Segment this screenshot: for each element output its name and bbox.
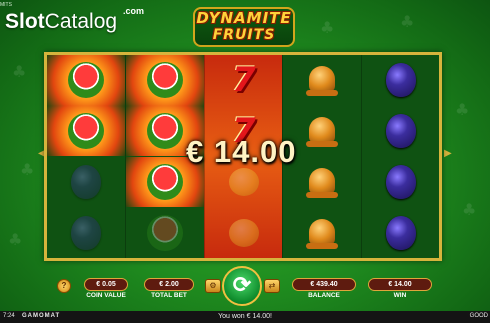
clover-decoration: ♣ xyxy=(20,160,35,179)
watermelon-icon xyxy=(147,214,184,251)
symbol-plum xyxy=(362,157,440,208)
watermark-slot: Slot xyxy=(5,10,45,33)
plum-icon xyxy=(385,114,416,148)
info-icon: ? xyxy=(61,281,67,290)
symbol-plum xyxy=(362,55,440,106)
status-bar: 7:24 GAMOMAT You won € 14.00! GOOD xyxy=(0,311,490,323)
symbol-watermelon xyxy=(126,207,204,258)
plum-icon xyxy=(71,215,101,250)
symbol-lemon xyxy=(205,207,283,258)
symbol-plum xyxy=(362,106,440,157)
gamble-icon: ⇄ xyxy=(268,281,276,290)
win-label: WIN xyxy=(393,292,407,299)
symbol-plum xyxy=(362,207,440,258)
logo-line1: DYNAMITE xyxy=(196,9,292,27)
reel-5 xyxy=(360,55,440,258)
watermark-com: .com xyxy=(123,6,145,16)
win-amount: € 14.00 xyxy=(186,134,297,169)
coin-value-label: COIN VALUE xyxy=(86,292,126,299)
autoplay-button[interactable]: ⚙ xyxy=(205,279,221,293)
symbol-watermelon xyxy=(47,105,125,157)
clover-decoration: ♣ xyxy=(320,18,335,37)
watermark-catalog: Catalog xyxy=(44,10,118,33)
balance-field: € 439.40 xyxy=(292,278,356,291)
slotcatalog-watermark: SlotCatalog .com xyxy=(5,6,144,34)
clover-decoration: ♣ xyxy=(12,62,27,81)
clover-decoration: ♣ xyxy=(400,12,415,31)
symbol-watermelon xyxy=(47,55,125,106)
win-field: € 14.00 xyxy=(368,278,432,291)
spin-arrows-icon: ⟳ xyxy=(232,272,252,297)
bell-icon xyxy=(305,165,339,199)
seven-icon: 7 xyxy=(231,60,256,101)
symbol-plum xyxy=(47,207,125,258)
status-right: GOOD xyxy=(469,313,488,319)
autoplay-icon: ⚙ xyxy=(209,281,217,290)
plum-icon xyxy=(385,215,416,250)
clover-decoration: ♣ xyxy=(462,200,477,219)
clover-decoration: ♣ xyxy=(455,100,470,119)
balance-label: BALANCE xyxy=(308,292,340,299)
logo-line2: FRUITS xyxy=(212,27,276,43)
right-arrow-icon: ▶ xyxy=(444,148,452,159)
total-bet-field[interactable]: € 2.00 xyxy=(144,278,194,291)
reel-1 xyxy=(47,55,125,258)
symbol-plum xyxy=(47,157,125,208)
symbol-seven: 7 xyxy=(205,55,283,106)
clover-decoration: ♣ xyxy=(8,230,23,249)
spin-button[interactable]: ⟳ xyxy=(222,266,262,306)
bell-icon xyxy=(305,63,339,97)
watermelon-icon xyxy=(68,113,104,149)
bell-icon xyxy=(305,216,339,250)
lemon-icon xyxy=(228,167,259,196)
coin-value-field[interactable]: € 0.05 xyxy=(84,278,128,291)
status-message: You won € 14.00! xyxy=(218,313,272,320)
total-bet-label: TOTAL BET xyxy=(151,292,187,299)
symbol-watermelon xyxy=(126,55,205,106)
plum-icon xyxy=(71,164,101,199)
plum-icon xyxy=(385,63,416,98)
corner-text: MITS xyxy=(0,2,12,8)
plum-icon xyxy=(385,164,416,199)
bell-icon xyxy=(305,114,339,148)
watermelon-icon xyxy=(147,113,184,149)
lemon-icon xyxy=(228,218,259,247)
watermelon-icon xyxy=(68,62,104,99)
gamble-button[interactable]: ⇄ xyxy=(264,279,280,293)
watermelon-icon xyxy=(147,163,184,200)
info-button[interactable]: ? xyxy=(57,279,71,293)
symbol-bell xyxy=(283,55,361,106)
watermelon-icon xyxy=(147,62,184,99)
game-logo: DYNAMITE FRUITS xyxy=(185,6,303,48)
symbol-bell xyxy=(283,207,361,258)
